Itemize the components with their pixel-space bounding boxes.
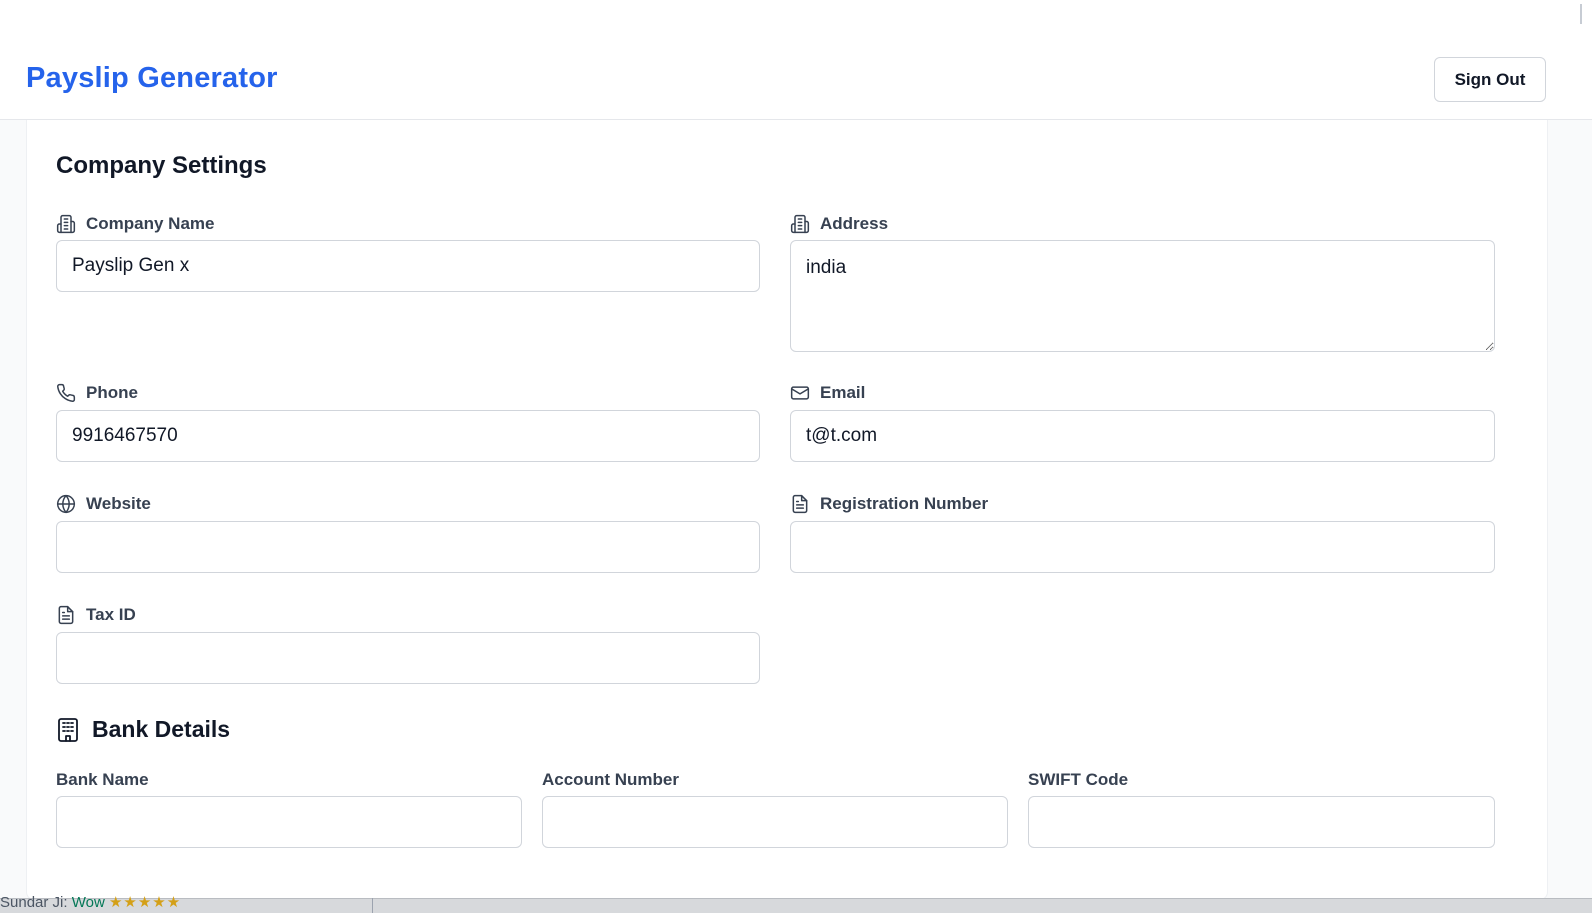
phone-input[interactable]	[56, 410, 760, 462]
company-name-label-text: Company Name	[86, 214, 215, 233]
email-label-text: Email	[820, 383, 866, 402]
tax-id-label-text: Tax ID	[86, 605, 136, 624]
sign-out-button[interactable]: Sign Out	[1434, 57, 1546, 102]
bottom-overlay-wow: Wow	[71, 894, 105, 911]
globe-icon	[56, 494, 76, 514]
bottom-overlay-text: Sundar Ji: Wow ★★★★★	[0, 893, 181, 911]
file-text-icon	[792, 494, 808, 514]
address-label-text: Address	[820, 214, 889, 233]
building-icon	[56, 214, 76, 234]
website-input[interactable]	[56, 521, 760, 573]
bank-name-label-text: Bank Name	[56, 770, 149, 789]
bank-name-label: Bank Name	[56, 770, 149, 790]
bottom-overlay-bar	[0, 898, 1592, 913]
bottom-overlay-author: Sundar Ji:	[0, 894, 68, 911]
scrollbar-thumb[interactable]	[1580, 4, 1582, 24]
company-settings-card: Company Settings Company Name Address in…	[26, 120, 1548, 900]
bank-name-input[interactable]	[56, 796, 522, 848]
bottom-overlay-stars: ★★★★★	[108, 894, 182, 911]
swift-code-label-text: SWIFT Code	[1028, 770, 1129, 789]
registration-number-input[interactable]	[790, 521, 1495, 573]
account-number-input[interactable]	[542, 796, 1008, 848]
bank-details-heading: Bank Details	[56, 716, 230, 743]
phone-icon	[57, 383, 76, 402]
page-title: Company Settings	[56, 152, 267, 179]
website-label-text: Website	[86, 494, 151, 513]
tax-id-label: Tax ID	[56, 605, 136, 625]
phone-label-text: Phone	[86, 383, 138, 402]
address-label: Address	[790, 214, 888, 234]
app-header: Payslip Generator Sign Out	[0, 0, 1592, 120]
building-icon	[58, 717, 78, 742]
account-number-label: Account Number	[542, 770, 679, 790]
registration-number-label-text: Registration Number	[820, 494, 989, 513]
phone-label: Phone	[56, 383, 138, 403]
swift-code-input[interactable]	[1028, 796, 1495, 848]
bottom-bar-divider	[372, 898, 373, 913]
mail-icon	[790, 386, 810, 400]
swift-code-label: SWIFT Code	[1028, 770, 1128, 790]
app-brand[interactable]: Payslip Generator	[26, 62, 278, 95]
account-number-label-text: Account Number	[542, 770, 679, 789]
email-input[interactable]	[790, 410, 1495, 462]
tax-id-input[interactable]	[56, 632, 760, 684]
file-text-icon	[58, 605, 74, 625]
company-name-label: Company Name	[56, 214, 214, 234]
bank-details-title: Bank Details	[92, 716, 231, 742]
address-textarea[interactable]: india	[790, 240, 1495, 352]
email-label: Email	[790, 383, 865, 403]
registration-number-label: Registration Number	[790, 494, 988, 514]
company-name-input[interactable]	[56, 240, 760, 292]
website-label: Website	[56, 494, 151, 514]
building-icon	[790, 214, 810, 234]
